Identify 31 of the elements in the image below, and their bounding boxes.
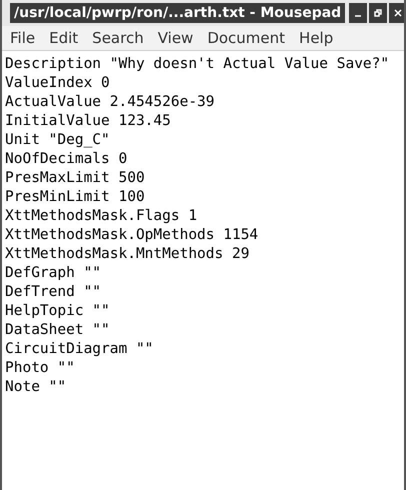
menu-item[interactable]: Help [299,26,334,50]
text-line: XttMethodsMask.Flags 1 [5,207,198,226]
text-line: PresMaxLimit 500 [5,169,145,188]
menu-item[interactable]: File [10,26,36,50]
text-line: Description "Why doesn't Actual Value Save?" [5,55,390,74]
text-line: PresMinLimit 100 [5,188,145,207]
text-line: HelpTopic "" [5,302,110,321]
text-line: ValueIndex 0 [5,74,110,93]
text-line: Unit "Deg_C" [5,131,110,150]
text-line: Note "" [5,378,66,397]
text-line: Photo "" [5,359,75,378]
restore-button[interactable] [369,3,388,23]
close-icon [394,9,402,17]
text-line: DefGraph "" [5,264,102,283]
text-line: CircuitDiagram "" [5,340,154,359]
text-line: XttMethodsMask.OpMethods 1154 [5,226,258,245]
text-line: XttMethodsMask.MntMethods 29 [5,245,250,264]
text-line: DataSheet "" [5,321,110,340]
text-line: ActualValue 2.454526e-39 [5,93,215,112]
text-line: NoOfDecimals 0 [5,150,128,169]
minimize-button[interactable] [349,3,368,23]
text-editor-area[interactable] [2,51,404,490]
restore-icon [374,9,382,17]
menu-item[interactable]: View [158,26,194,50]
close-button[interactable] [389,3,404,23]
text-line: InitialValue 123.45 [5,112,171,131]
menu-item[interactable]: Document [207,26,286,50]
window-title: /usr/local/pwrp/ron/...arth.txt - Mousepad [10,3,346,23]
text-line: DefTrend "" [5,283,102,302]
menu-item[interactable]: Edit [49,26,78,50]
menu-item[interactable]: Search [92,26,144,50]
